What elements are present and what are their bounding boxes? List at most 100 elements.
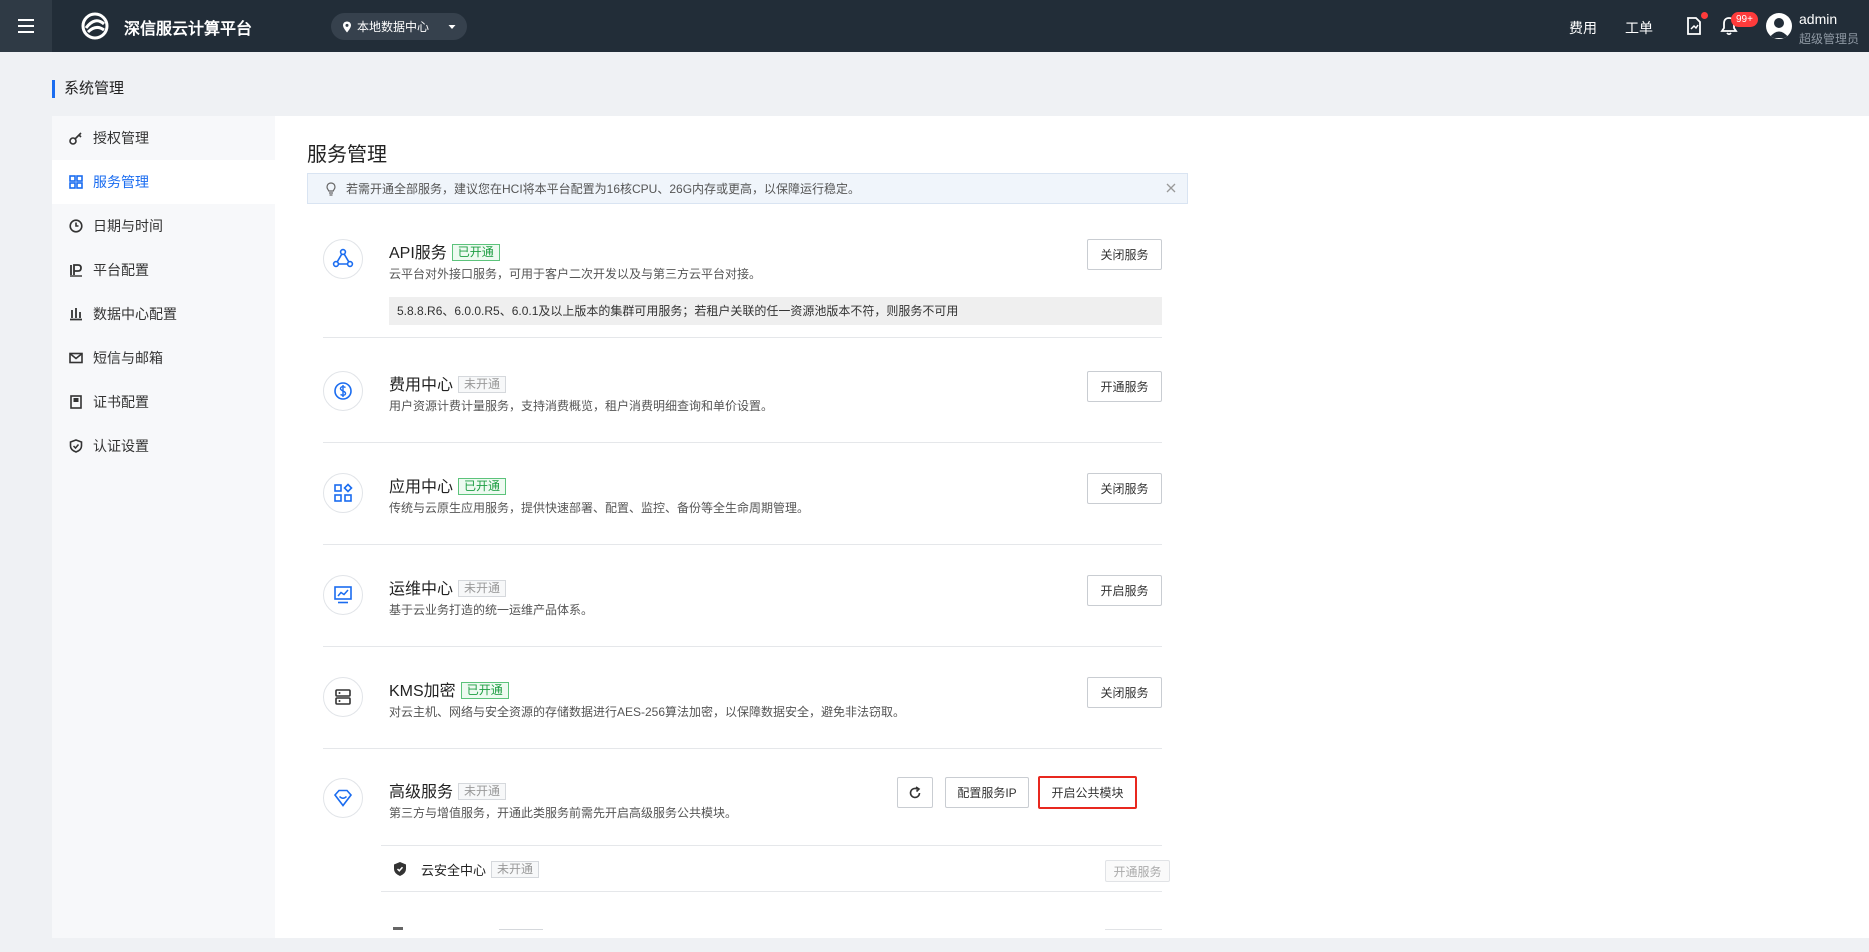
hamburger-icon: [18, 19, 34, 33]
status-badge: 未开通: [458, 580, 507, 597]
status-badge: 已开通: [458, 478, 507, 495]
sidebar-item-label: 服务管理: [93, 174, 149, 190]
server-icon: [323, 677, 363, 717]
tip-banner: 若需开通全部服务，建议您在HCI将本平台配置为16核CPU、26G内存或更高，以…: [307, 173, 1188, 204]
fee-link[interactable]: 费用: [1569, 18, 1597, 38]
close-service-button[interactable]: 关闭服务: [1087, 473, 1162, 504]
service-card-fee: 费用中心 未开通 用户资源计费计量服务，支持消费概览，租户消费明细查询和单价设置。…: [323, 371, 1162, 443]
sub-service-name: 云安全中心 未开通: [421, 860, 540, 879]
diamond-icon: [323, 778, 363, 818]
sidebar: 授权管理 服务管理 日期与时间 平台配置 数据中心配置 短信与邮箱 证书配置 认…: [52, 116, 275, 938]
close-service-button[interactable]: 关闭服务: [1087, 677, 1162, 708]
main-title: 服务管理: [307, 144, 387, 166]
status-badge: 未开通: [458, 376, 507, 393]
notification-badge: 99+: [1731, 12, 1758, 27]
status-badge: 未开通: [458, 783, 507, 800]
refresh-button[interactable]: [897, 777, 933, 808]
service-name: API服务 已开通: [389, 239, 500, 263]
service-name-text: API服务: [389, 245, 447, 262]
service-name: 高级服务 未开通: [389, 778, 507, 802]
sidebar-item-label: 平台配置: [93, 262, 149, 278]
service-name: KMS加密 已开通: [389, 677, 509, 701]
service-desc: 云平台对外接口服务，可用于客户二次开发以及与第三方云平台对接。: [389, 267, 762, 281]
user-name[interactable]: admin: [1799, 11, 1837, 27]
lightbulb-icon: [326, 181, 336, 196]
service-name-text: 费用中心: [389, 377, 454, 394]
shield-icon: [68, 438, 84, 454]
apps-icon: [323, 473, 363, 513]
certificate-icon: [68, 394, 84, 410]
service-name: 运维中心 未开通: [389, 575, 507, 599]
sidebar-item-platform[interactable]: 平台配置: [52, 248, 275, 292]
sidebar-item-auth[interactable]: 认证设置: [52, 424, 275, 468]
api-network-icon: [323, 239, 363, 279]
monitor-chart-icon: [323, 575, 363, 615]
menu-toggle-button[interactable]: [0, 0, 52, 52]
caret-down-icon: [448, 24, 456, 29]
open-service-button[interactable]: 开通服务: [1087, 371, 1162, 402]
ip-icon: [68, 262, 84, 278]
service-name: 费用中心 未开通: [389, 371, 507, 395]
service-card-app: 应用中心 已开通 传统与云原生应用服务，提供快速部署、配置、监控、备份等全生命周期…: [323, 473, 1162, 545]
user-avatar-icon: [1769, 18, 1789, 38]
list-item: [381, 921, 1162, 938]
sidebar-item-label: 认证设置: [93, 438, 149, 454]
sidebar-item-service[interactable]: 服务管理: [52, 160, 275, 204]
service-name-text: KMS加密: [389, 683, 456, 700]
service-name: 应用中心 已开通: [389, 473, 507, 497]
service-name-text: 应用中心: [389, 479, 454, 496]
ticket-link[interactable]: 工单: [1625, 18, 1653, 38]
grid-icon: [68, 174, 84, 190]
notification-dot: [1701, 12, 1708, 19]
service-card-ops: 运维中心 未开通 基于云业务打造的统一运维产品体系。 开启服务: [323, 575, 1162, 647]
refresh-icon: [909, 785, 921, 798]
brand-title: 深信服云计算平台: [124, 21, 253, 38]
enable-common-module-button[interactable]: 开启公共模块: [1038, 776, 1137, 809]
key-icon: [68, 130, 84, 146]
top-bar: 深信服云计算平台 本地数据中心 费用 工单 99+ admin 超级管理员: [0, 0, 1869, 52]
sidebar-item-label: 证书配置: [93, 394, 149, 410]
close-service-button[interactable]: 关闭服务: [1087, 239, 1162, 270]
configure-service-ip-button[interactable]: 配置服务IP: [945, 777, 1029, 808]
sidebar-item-license[interactable]: 授权管理: [52, 116, 275, 160]
logo-icon: [81, 12, 109, 40]
tip-text: 若需开通全部服务，建议您在HCI将本平台配置为16核CPU、26G内存或更高，以…: [346, 182, 861, 196]
service-name-text: 运维中心: [389, 581, 454, 598]
row-tag-fragment: [499, 929, 543, 930]
page-title: 系统管理: [52, 80, 124, 98]
service-desc: 用户资源计费计量服务，支持消费概览，租户消费明细查询和单价设置。: [389, 399, 774, 413]
service-desc: 传统与云原生应用服务，提供快速部署、配置、监控、备份等全生命周期管理。: [389, 501, 810, 515]
sidebar-item-label: 日期与时间: [93, 218, 163, 234]
open-sub-service-button[interactable]: 开通服务: [1105, 860, 1170, 882]
status-badge: 已开通: [460, 682, 509, 699]
user-role: 超级管理员: [1799, 32, 1860, 46]
status-badge: 已开通: [451, 244, 500, 261]
sidebar-item-datetime[interactable]: 日期与时间: [52, 204, 275, 248]
location-pin-icon: [343, 21, 351, 32]
service-note: 5.8.8.R6、6.0.0.R5、6.0.1及以上版本的集群可用服务；若租户关…: [389, 297, 1162, 325]
main-panel: 服务管理 若需开通全部服务，建议您在HCI将本平台配置为16核CPU、26G内存…: [275, 116, 1869, 938]
service-name-text: 高级服务: [389, 784, 454, 801]
mail-icon: [68, 350, 84, 366]
service-desc: 第三方与增值服务，开通此类服务前需先开启高级服务公共模块。: [389, 806, 738, 820]
row-icon-fragment: [393, 927, 403, 930]
sidebar-item-label: 数据中心配置: [93, 306, 177, 322]
sidebar-item-label: 授权管理: [93, 130, 149, 146]
status-badge: 未开通: [491, 861, 540, 878]
datacenter-label: 本地数据中心: [357, 20, 430, 34]
sidebar-item-sms-mail[interactable]: 短信与邮箱: [52, 336, 275, 380]
bar-chart-icon: [68, 306, 84, 322]
start-service-button[interactable]: 开启服务: [1087, 575, 1162, 606]
service-card-api: API服务 已开通 云平台对外接口服务，可用于客户二次开发以及与第三方云平台对接。…: [323, 239, 1162, 338]
avatar[interactable]: [1766, 13, 1792, 39]
sidebar-item-certificate[interactable]: 证书配置: [52, 380, 275, 424]
row-button-fragment: [1105, 929, 1162, 930]
service-card-kms: KMS加密 已开通 对云主机、网络与安全资源的存储数据进行AES-256算法加密，…: [323, 677, 1162, 749]
dollar-icon: [323, 371, 363, 411]
datacenter-select[interactable]: 本地数据中心: [331, 13, 467, 40]
shield-badge-icon: [394, 862, 406, 876]
service-desc: 基于云业务打造的统一运维产品体系。: [389, 603, 594, 617]
sub-service-name-text: 云安全中心: [421, 863, 487, 878]
sidebar-item-datacenter[interactable]: 数据中心配置: [52, 292, 275, 336]
close-icon[interactable]: [1165, 182, 1177, 194]
